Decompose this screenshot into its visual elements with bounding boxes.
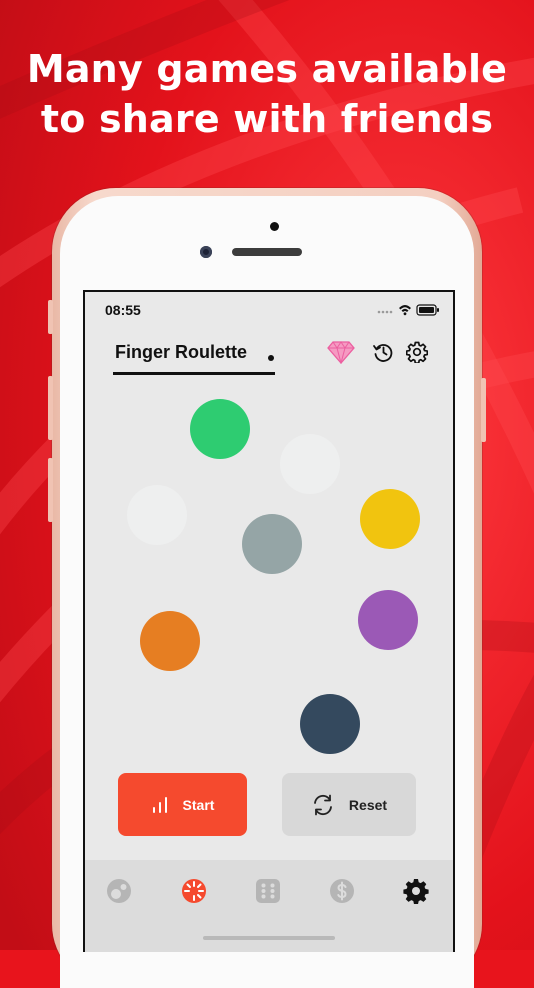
app-screen: 08:55 Finger Roulette Start Reset — [83, 290, 455, 952]
player-dot-white-1[interactable] — [280, 434, 340, 494]
bars-icon — [152, 796, 167, 813]
player-dot-purple[interactable] — [358, 590, 418, 650]
player-dot-navy[interactable] — [300, 694, 360, 754]
reset-label: Reset — [348, 796, 388, 813]
headline-line-1: Many games available — [26, 47, 508, 91]
mute-switch — [48, 300, 53, 334]
tab-dice[interactable] — [255, 878, 281, 904]
start-button[interactable]: Start — [118, 773, 247, 836]
volume-up-button — [48, 376, 53, 440]
power-button — [481, 378, 486, 442]
tab-bubbles[interactable] — [106, 878, 132, 904]
reset-button[interactable]: Reset — [282, 773, 416, 836]
tab-dollar[interactable] — [329, 878, 355, 904]
headline: Many games available to share with frien… — [0, 44, 534, 144]
tab-roulette[interactable] — [181, 878, 207, 904]
player-dot-white-2[interactable] — [127, 485, 187, 545]
player-dot-yellow[interactable] — [360, 489, 420, 549]
status-icons — [377, 304, 439, 316]
title-underline: Finger Roulette — [113, 342, 275, 375]
player-dot-green[interactable] — [190, 399, 250, 459]
earpiece-speaker — [232, 248, 302, 256]
headline-line-2: to share with friends — [40, 97, 494, 141]
signal-icon — [377, 310, 393, 314]
title-dot — [268, 355, 274, 361]
status-time: 08:55 — [105, 302, 141, 318]
volume-down-button — [48, 458, 53, 522]
tab-settings[interactable] — [403, 878, 429, 904]
wifi-icon — [399, 305, 411, 316]
diamond-icon[interactable] — [327, 340, 355, 364]
player-dot-orange[interactable] — [140, 611, 200, 671]
home-indicator — [203, 936, 335, 940]
page-title: Finger Roulette — [115, 342, 248, 362]
refresh-icon — [314, 794, 332, 815]
settings-gear-icon[interactable] — [406, 341, 428, 363]
history-icon[interactable] — [372, 341, 394, 363]
front-sensor — [270, 222, 279, 231]
front-camera — [200, 246, 212, 258]
tab-bar — [85, 860, 453, 952]
player-dot-gray[interactable] — [242, 514, 302, 574]
battery-icon — [416, 304, 439, 316]
start-label: Start — [182, 796, 215, 813]
